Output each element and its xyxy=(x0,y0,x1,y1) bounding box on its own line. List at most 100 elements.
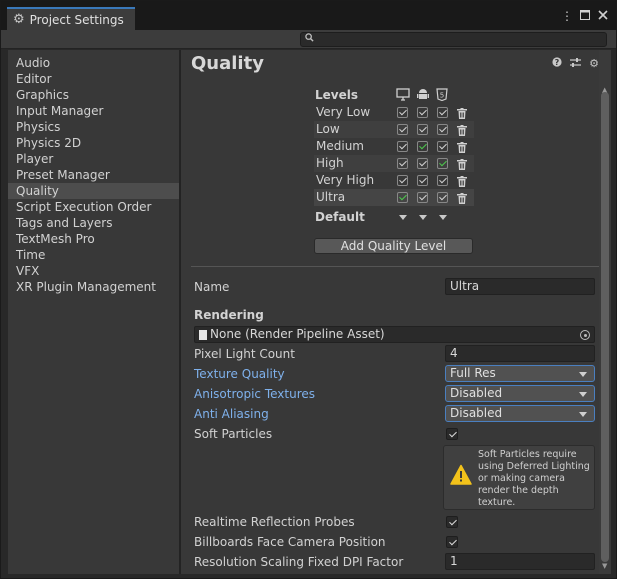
quality-level-row[interactable]: Very Low xyxy=(314,104,474,121)
tab-title: Project Settings xyxy=(29,12,124,27)
soft-particles-label: Soft Particles xyxy=(194,427,273,441)
scroll-down-icon[interactable]: ▼ xyxy=(602,562,607,570)
sidebar-item-tags-and-layers[interactable]: Tags and Layers xyxy=(8,215,179,231)
level-checkbox[interactable] xyxy=(417,158,428,169)
sidebar-item-physics-2d[interactable]: Physics 2D xyxy=(8,135,179,151)
scrollbar-thumb[interactable] xyxy=(601,92,609,562)
chevron-down-icon xyxy=(579,392,587,397)
texture-quality-label: Texture Quality xyxy=(194,367,285,381)
project-settings-window: ⚙ Project Settings ⋮ Audio Editor Graphi… xyxy=(0,0,617,579)
pixel-light-count-label: Pixel Light Count xyxy=(194,347,295,361)
level-checkbox[interactable] xyxy=(437,107,448,118)
level-checkbox[interactable] xyxy=(397,175,408,186)
level-checkbox[interactable] xyxy=(397,158,408,169)
trash-icon[interactable] xyxy=(457,158,467,170)
sidebar-item-vfx[interactable]: VFX xyxy=(8,263,179,279)
name-field[interactable]: Ultra xyxy=(445,278,595,295)
quality-level-row[interactable]: High xyxy=(314,155,474,172)
default-dropdown-standalone[interactable] xyxy=(399,215,407,220)
vertical-scrollbar[interactable]: ▲ ▼ xyxy=(599,50,611,574)
settings-sidebar: Audio Editor Graphics Input Manager Phys… xyxy=(8,50,179,574)
sidebar-item-physics[interactable]: Physics xyxy=(8,119,179,135)
level-name: Low xyxy=(316,122,340,136)
add-quality-level-button[interactable]: Add Quality Level xyxy=(314,238,473,254)
resolution-scaling-label: Resolution Scaling Fixed DPI Factor xyxy=(194,555,404,569)
anisotropic-textures-dropdown[interactable]: Disabled xyxy=(445,385,595,402)
pixel-light-count-field[interactable]: 4 xyxy=(445,345,595,362)
close-icon[interactable] xyxy=(597,9,608,23)
level-checkbox-default[interactable] xyxy=(397,192,408,203)
warning-message: Soft Particles require using Deferred Li… xyxy=(478,449,590,508)
help-icon[interactable]: ? xyxy=(552,57,562,71)
level-checkbox[interactable] xyxy=(437,192,448,203)
level-checkbox[interactable] xyxy=(417,175,428,186)
level-checkbox[interactable] xyxy=(437,124,448,135)
billboards-face-camera-label: Billboards Face Camera Position xyxy=(194,535,386,549)
sidebar-item-audio[interactable]: Audio xyxy=(8,55,179,71)
trash-icon[interactable] xyxy=(457,192,467,204)
level-checkbox-default[interactable] xyxy=(437,158,448,169)
maximize-icon[interactable] xyxy=(579,9,590,23)
level-name: Medium xyxy=(316,139,364,153)
settings-icon[interactable]: ⚙ xyxy=(589,57,599,71)
sidebar-item-preset-manager[interactable]: Preset Manager xyxy=(8,167,179,183)
quality-level-row[interactable]: Low xyxy=(314,121,474,138)
search-icon xyxy=(305,33,314,45)
quality-level-row[interactable]: Medium xyxy=(314,138,474,155)
quality-level-row[interactable]: Very High xyxy=(314,172,474,189)
level-checkbox[interactable] xyxy=(417,124,428,135)
sidebar-item-quality[interactable]: Quality xyxy=(8,183,179,199)
tab-project-settings[interactable]: ⚙ Project Settings xyxy=(7,7,135,30)
quality-level-row-selected[interactable]: Ultra xyxy=(314,189,474,206)
render-pipeline-value: None (Render Pipeline Asset) xyxy=(210,327,385,341)
level-name: Very High xyxy=(316,173,375,187)
trash-icon[interactable] xyxy=(457,124,467,136)
sidebar-item-editor[interactable]: Editor xyxy=(8,71,179,87)
asset-icon xyxy=(199,330,207,340)
render-pipeline-asset-field[interactable]: None (Render Pipeline Asset) xyxy=(194,326,595,343)
trash-icon[interactable] xyxy=(457,175,467,187)
name-label: Name xyxy=(194,280,230,294)
realtime-reflection-probes-checkbox[interactable] xyxy=(446,516,458,528)
search-input[interactable] xyxy=(300,32,607,47)
level-checkbox[interactable] xyxy=(437,175,448,186)
quality-levels-matrix: Levels 5 Very Low Low Medium High Very H… xyxy=(314,86,474,227)
level-checkbox[interactable] xyxy=(397,141,408,152)
android-icon xyxy=(416,88,430,102)
soft-particles-warning: Soft Particles require using Deferred Li… xyxy=(443,445,595,510)
svg-text:5: 5 xyxy=(440,92,444,100)
tab-bar: ⚙ Project Settings ⋮ xyxy=(1,1,616,30)
resolution-scaling-field[interactable]: 1 xyxy=(445,553,595,570)
sidebar-item-textmesh-pro[interactable]: TextMesh Pro xyxy=(8,231,179,247)
level-checkbox[interactable] xyxy=(417,107,428,118)
texture-quality-value: Full Res xyxy=(450,366,496,380)
preset-icon[interactable] xyxy=(570,57,582,71)
sidebar-item-graphics[interactable]: Graphics xyxy=(8,87,179,103)
level-checkbox[interactable] xyxy=(397,107,408,118)
level-checkbox-default[interactable] xyxy=(417,141,428,152)
default-dropdown-html5[interactable] xyxy=(439,215,447,220)
sidebar-item-xr-plugin-management[interactable]: XR Plugin Management xyxy=(8,279,179,295)
soft-particles-checkbox[interactable] xyxy=(446,428,458,440)
trash-icon[interactable] xyxy=(457,141,467,153)
quality-panel: Quality ? ⚙ Levels 5 Very Low Low Medium… xyxy=(181,50,599,574)
texture-quality-dropdown[interactable]: Full Res xyxy=(445,365,595,382)
default-dropdown-android[interactable] xyxy=(419,215,427,220)
sidebar-item-input-manager[interactable]: Input Manager xyxy=(8,103,179,119)
anti-aliasing-value: Disabled xyxy=(450,406,503,420)
anti-aliasing-dropdown[interactable]: Disabled xyxy=(445,405,595,422)
level-checkbox[interactable] xyxy=(417,192,428,203)
object-picker-icon[interactable] xyxy=(580,330,590,340)
billboards-face-camera-checkbox[interactable] xyxy=(446,536,458,548)
window-controls: ⋮ xyxy=(561,9,608,23)
level-checkbox[interactable] xyxy=(437,141,448,152)
trash-icon[interactable] xyxy=(457,107,467,119)
sidebar-item-player[interactable]: Player xyxy=(8,151,179,167)
more-icon[interactable]: ⋮ xyxy=(561,9,573,23)
level-checkbox[interactable] xyxy=(397,124,408,135)
sidebar-item-time[interactable]: Time xyxy=(8,247,179,263)
anisotropic-value: Disabled xyxy=(450,386,503,400)
svg-text:?: ? xyxy=(555,58,560,67)
html5-icon: 5 xyxy=(436,88,450,102)
sidebar-item-script-execution-order[interactable]: Script Execution Order xyxy=(8,199,179,215)
